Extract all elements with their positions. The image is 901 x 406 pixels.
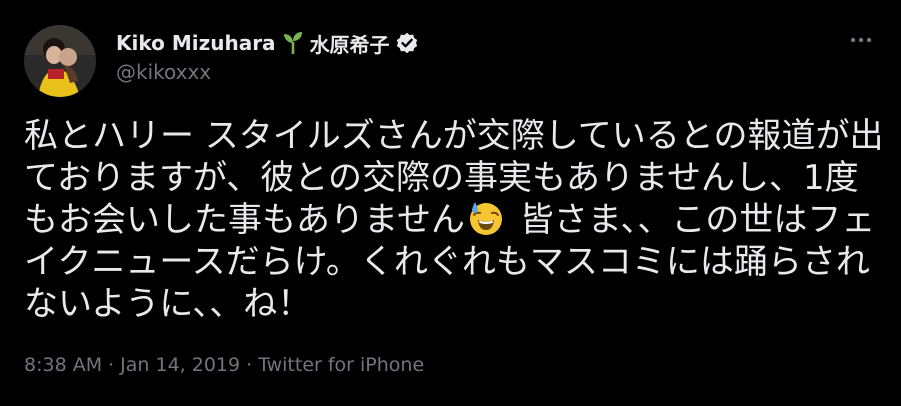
more-icon <box>850 37 872 43</box>
display-name-japanese[interactable]: 水原希子 <box>310 29 390 58</box>
meta-separator: · <box>246 354 253 376</box>
grinning-face-with-sweat-emoji-icon <box>467 199 505 237</box>
sprout-icon <box>282 31 304 55</box>
verified-icon <box>396 32 418 54</box>
tweet-time[interactable]: 8:38 AM <box>24 354 102 376</box>
more-options-button[interactable] <box>845 28 877 52</box>
author-handle[interactable]: @kikoxxx <box>116 60 211 84</box>
tweet-text: 私とハリー スタイルズさんが交際しているとの報道が出ておりますが、彼との交際の事… <box>24 115 884 325</box>
display-name[interactable]: Kiko Mizuhara <box>116 31 276 55</box>
tweet-card: Kiko Mizuhara 水原希子 @kikoxxx 私とハリー スタイルズさ… <box>0 0 901 406</box>
meta-separator: · <box>108 354 115 376</box>
author-name-row[interactable]: Kiko Mizuhara 水原希子 <box>116 29 418 58</box>
tweet-source-link[interactable]: Twitter for iPhone <box>258 354 424 376</box>
tweet-meta: 8:38 AM · Jan 14, 2019 · Twitter for iPh… <box>24 354 424 376</box>
tweet-date[interactable]: Jan 14, 2019 <box>120 354 240 376</box>
avatar[interactable] <box>24 25 96 97</box>
